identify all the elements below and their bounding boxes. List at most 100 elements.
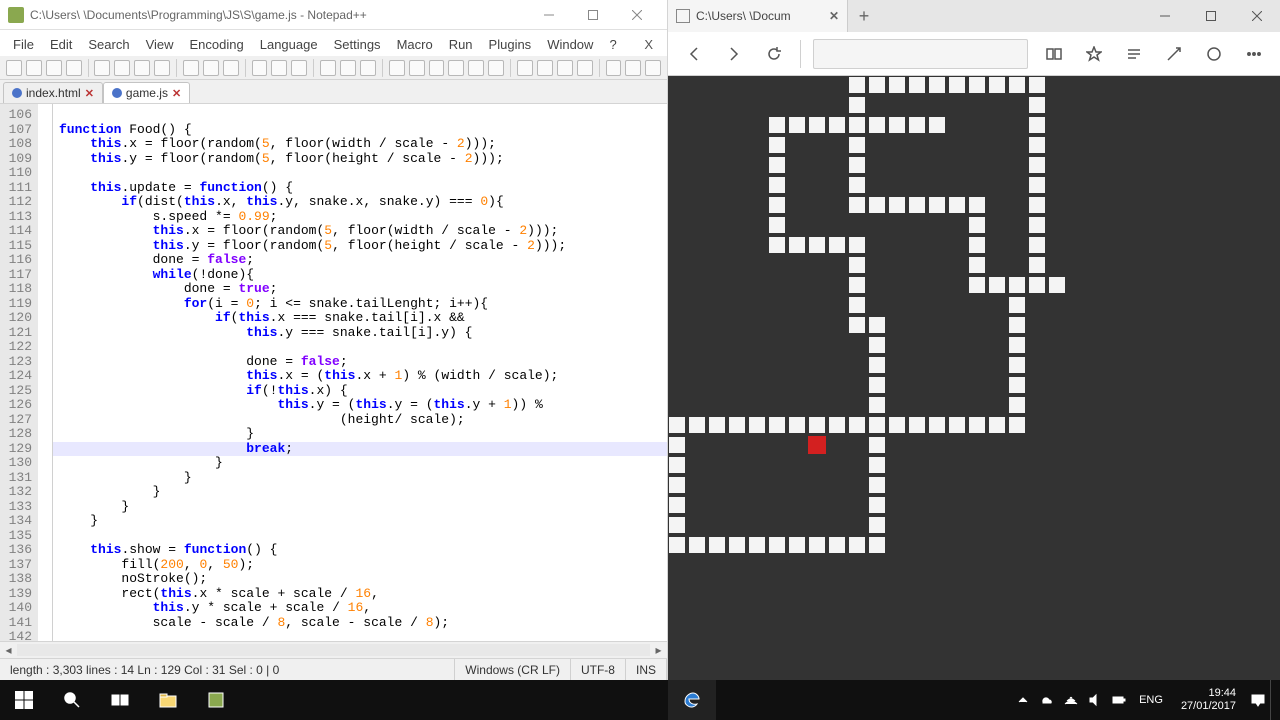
toolbar-button[interactable] [46, 60, 62, 76]
file-tab[interactable]: index.html ✕ [3, 82, 103, 103]
file-tab[interactable]: game.js ✕ [103, 82, 190, 103]
minimize-button[interactable] [1142, 0, 1188, 32]
url-bar[interactable] [813, 39, 1028, 69]
toolbar-button[interactable] [537, 60, 553, 76]
toolbar-button[interactable] [409, 60, 425, 76]
edge-window: C:\Users\ \Docum ✕ + [668, 0, 1280, 680]
back-button[interactable] [680, 40, 708, 68]
toolbar-button[interactable] [26, 60, 42, 76]
toolbar-button[interactable] [488, 60, 504, 76]
close-tab-icon[interactable]: ✕ [172, 87, 181, 100]
game-canvas[interactable] [668, 76, 1280, 680]
language-indicator[interactable]: ENG [1131, 694, 1171, 706]
more-icon[interactable] [1240, 40, 1268, 68]
refresh-button[interactable] [760, 40, 788, 68]
menu-?[interactable]: ? [602, 33, 623, 56]
toolbar-button[interactable] [223, 60, 239, 76]
snake-segment [848, 136, 866, 154]
close-tab-icon[interactable]: ✕ [829, 9, 839, 23]
show-desktop[interactable] [1270, 680, 1276, 720]
search-button[interactable] [48, 680, 96, 720]
snake-segment [928, 196, 946, 214]
hub-icon[interactable] [1120, 40, 1148, 68]
toolbar-button[interactable] [577, 60, 593, 76]
close-button[interactable] [615, 1, 659, 29]
toolbar-button[interactable] [429, 60, 445, 76]
toolbar-button[interactable] [517, 60, 533, 76]
menu-file[interactable]: File [6, 33, 41, 56]
toolbar-button[interactable] [291, 60, 307, 76]
editor[interactable]: 106 107 108 109 110 111 112 113 114 115 … [0, 104, 667, 641]
menu-view[interactable]: View [139, 33, 181, 56]
horizontal-scrollbar[interactable]: ◂ ▸ [0, 641, 667, 658]
taskbar-npp[interactable] [192, 680, 240, 720]
maximize-button[interactable] [571, 1, 615, 29]
toolbar-button[interactable] [271, 60, 287, 76]
fold-margin[interactable] [38, 104, 53, 641]
scroll-track[interactable] [17, 644, 650, 656]
toolbar-button[interactable] [448, 60, 464, 76]
toolbar-button[interactable] [134, 60, 150, 76]
task-view-button[interactable] [96, 680, 144, 720]
toolbar-button[interactable] [114, 60, 130, 76]
close-tab-icon[interactable]: ✕ [85, 87, 94, 100]
toolbar-button[interactable] [389, 60, 405, 76]
tray-battery-icon[interactable] [1107, 680, 1131, 720]
menu-encoding[interactable]: Encoding [183, 33, 251, 56]
scroll-right[interactable]: ▸ [650, 642, 667, 658]
snake-segment [1008, 376, 1026, 394]
toolbar-button[interactable] [320, 60, 336, 76]
reading-view-icon[interactable] [1040, 40, 1068, 68]
toolbar-button[interactable] [252, 60, 268, 76]
toolbar-button[interactable] [183, 60, 199, 76]
menu-window[interactable]: Window [540, 33, 600, 56]
toolbar-button[interactable] [66, 60, 82, 76]
tray-network-icon[interactable] [1059, 680, 1083, 720]
tray-chevron-icon[interactable] [1011, 680, 1035, 720]
tray-volume-icon[interactable] [1083, 680, 1107, 720]
maximize-button[interactable] [1188, 0, 1234, 32]
toolbar-button[interactable] [94, 60, 110, 76]
tray-onedrive-icon[interactable] [1035, 680, 1059, 720]
menu-plugins[interactable]: Plugins [482, 33, 539, 56]
menu-macro[interactable]: Macro [390, 33, 440, 56]
snake-segment [808, 416, 826, 434]
menu-language[interactable]: Language [253, 33, 325, 56]
start-button[interactable] [0, 680, 48, 720]
new-tab-button[interactable]: + [848, 6, 880, 27]
snake-segment [868, 116, 886, 134]
menu-run[interactable]: Run [442, 33, 480, 56]
action-center-icon[interactable] [1246, 680, 1270, 720]
toolbar-button[interactable] [6, 60, 22, 76]
menu-search[interactable]: Search [81, 33, 136, 56]
toolbar-button[interactable] [154, 60, 170, 76]
minimize-button[interactable] [527, 1, 571, 29]
taskbar-explorer[interactable] [144, 680, 192, 720]
forward-button[interactable] [720, 40, 748, 68]
toolbar-button[interactable] [625, 60, 641, 76]
toolbar-button[interactable] [557, 60, 573, 76]
status-length: length : 3,303 lines : 14 Ln : 129 Col :… [0, 659, 455, 680]
menu-settings[interactable]: Settings [327, 33, 388, 56]
npp-menubar-close[interactable]: X [636, 33, 661, 56]
toolbar-button[interactable] [340, 60, 356, 76]
toolbar-button[interactable] [203, 60, 219, 76]
snake-segment [1028, 256, 1046, 274]
toolbar-button[interactable] [468, 60, 484, 76]
toolbar-button[interactable] [606, 60, 622, 76]
edge-tab[interactable]: C:\Users\ \Docum ✕ [668, 0, 848, 32]
webnote-icon[interactable] [1160, 40, 1188, 68]
menu-edit[interactable]: Edit [43, 33, 79, 56]
snake-segment [868, 316, 886, 334]
code-area[interactable]: function Food() { this.x = floor(random(… [53, 104, 667, 641]
toolbar-button[interactable] [360, 60, 376, 76]
favorite-icon[interactable] [1080, 40, 1108, 68]
taskbar-edge[interactable] [668, 680, 716, 720]
edge-tab-label: C:\Users\ \Docum [696, 9, 823, 23]
snake-segment [848, 116, 866, 134]
close-button[interactable] [1234, 0, 1280, 32]
scroll-left[interactable]: ◂ [0, 642, 17, 658]
toolbar-button[interactable] [645, 60, 661, 76]
share-icon[interactable] [1200, 40, 1228, 68]
clock[interactable]: 19:44 27/01/2017 [1171, 687, 1246, 713]
